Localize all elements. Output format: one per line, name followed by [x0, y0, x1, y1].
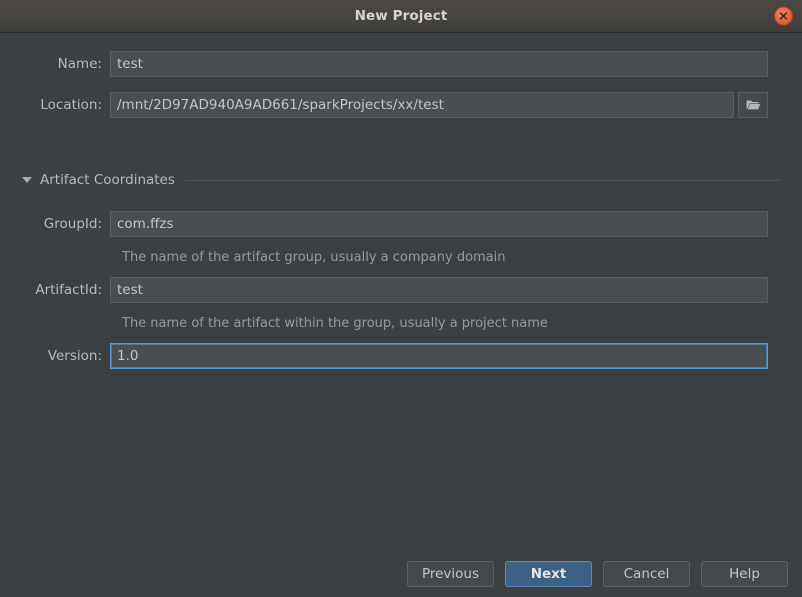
- version-input[interactable]: 1.0: [110, 343, 768, 369]
- groupid-input[interactable]: com.ffzs: [110, 211, 768, 237]
- next-button[interactable]: Next: [505, 561, 592, 587]
- close-button[interactable]: [774, 6, 793, 26]
- new-project-dialog: New Project Name: test Location: /mnt/2D…: [0, 0, 802, 597]
- close-icon: [779, 12, 788, 20]
- dialog-body: Name: test Location: /mnt/2D97AD940A9AD6…: [0, 33, 802, 597]
- version-row: Version: 1.0: [0, 343, 802, 369]
- location-label: Location:: [40, 97, 102, 113]
- artifact-coordinates-section-toggle[interactable]: Artifact Coordinates: [22, 172, 780, 188]
- name-row: Name: test: [0, 51, 802, 77]
- location-input[interactable]: /mnt/2D97AD940A9AD661/sparkProjects/xx/t…: [110, 92, 734, 118]
- artifactid-label: ArtifactId:: [35, 282, 102, 298]
- previous-button[interactable]: Previous: [407, 561, 494, 587]
- dialog-button-bar: Previous Next Cancel Help: [0, 561, 802, 587]
- groupid-label: GroupId:: [43, 216, 102, 232]
- section-divider: [184, 179, 780, 181]
- help-button[interactable]: Help: [701, 561, 788, 587]
- groupid-row: GroupId: com.ffzs: [0, 211, 802, 237]
- folder-icon: [746, 100, 760, 110]
- artifactid-row: ArtifactId: test: [0, 277, 802, 303]
- version-label: Version:: [47, 348, 102, 364]
- name-label: Name:: [57, 56, 102, 72]
- chevron-down-icon: [22, 177, 32, 183]
- artifact-coordinates-title: Artifact Coordinates: [40, 172, 175, 188]
- artifactid-hint: The name of the artifact within the grou…: [122, 316, 548, 331]
- artifactid-input[interactable]: test: [110, 277, 768, 303]
- groupid-hint: The name of the artifact group, usually …: [122, 250, 506, 265]
- name-input[interactable]: test: [110, 51, 768, 77]
- window-title: New Project: [354, 8, 448, 24]
- browse-location-button[interactable]: [738, 92, 768, 118]
- location-row: Location: /mnt/2D97AD940A9AD661/sparkPro…: [0, 92, 802, 118]
- cancel-button[interactable]: Cancel: [603, 561, 690, 587]
- title-bar: New Project: [0, 0, 802, 33]
